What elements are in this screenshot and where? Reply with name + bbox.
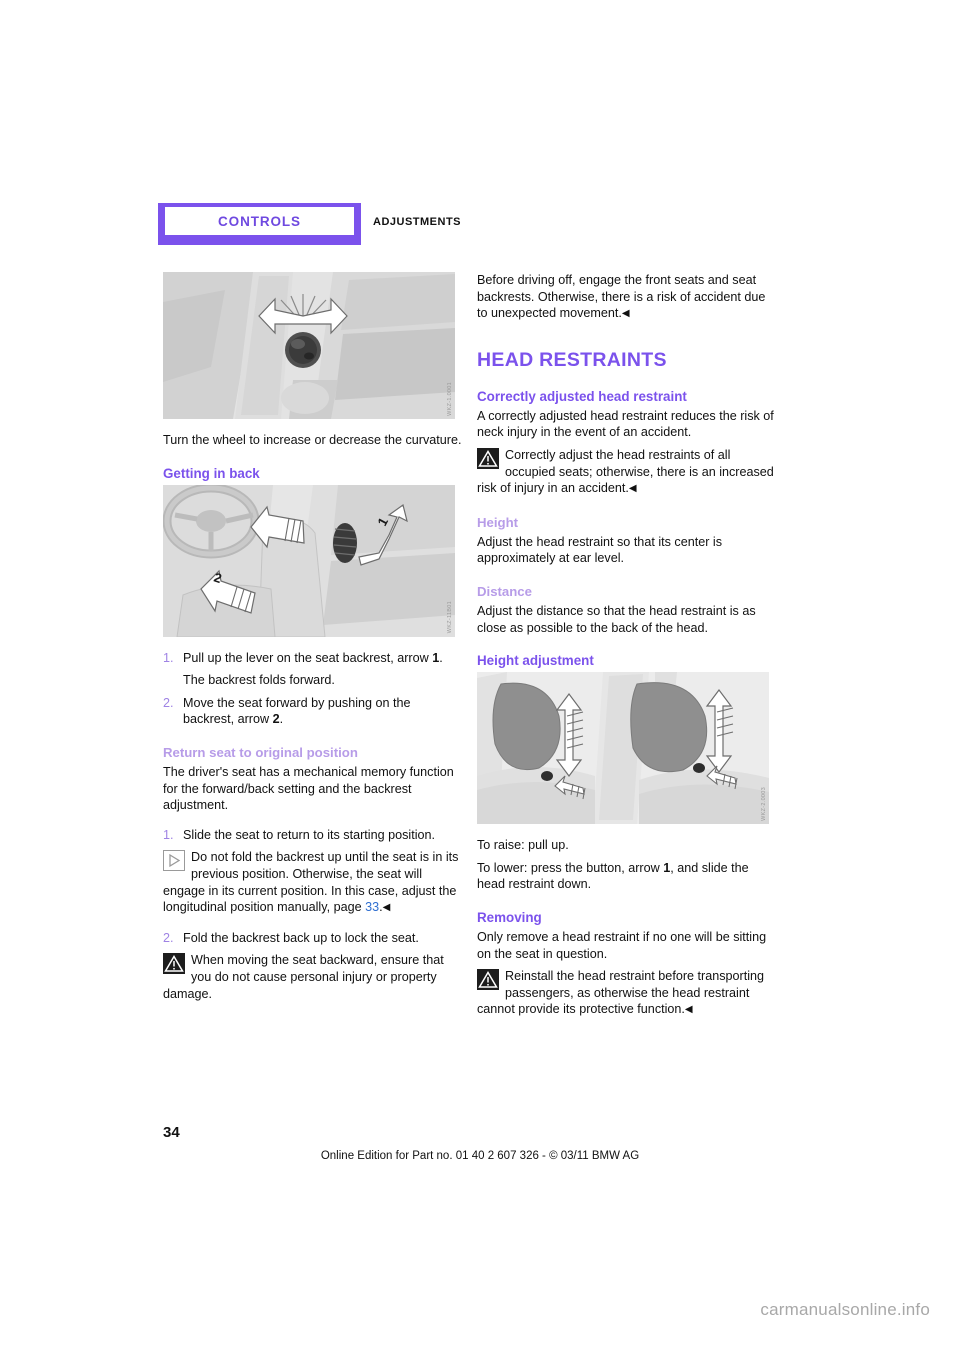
end-mark: ◀ xyxy=(621,308,630,320)
end-mark: ◀ xyxy=(628,483,637,495)
figure-code: WKZ-1.0001 xyxy=(447,382,453,416)
note-backrest: Do not fold the backrest up until the se… xyxy=(163,850,459,915)
running-header: CONTROLS ADJUSTMENTS xyxy=(158,203,578,247)
figure-head-restraints: WKZ-2.0003 xyxy=(477,672,769,825)
warning-triangle-icon xyxy=(163,953,185,975)
left-column: WKZ-1.0001 Turn the wheel to increase or… xyxy=(163,272,463,1015)
list-item: 2. Move the seat forward by pushing on t… xyxy=(163,695,463,728)
front-seat-tilt-lever-photo: 1 2 xyxy=(163,484,455,637)
step-number: 2. xyxy=(163,695,174,710)
correctly-adjusted-text: A correctly adjusted head restraint redu… xyxy=(477,408,774,440)
list-item: 2. Fold the backrest back up to lock the… xyxy=(163,930,463,947)
heading-removing: Removing xyxy=(477,909,542,925)
figure-seat-lever: 1 2 WKZ-11B01 xyxy=(163,484,455,637)
steps-return-seat: 1. Slide the seat to return to its start… xyxy=(163,827,463,844)
distance-text: Adjust the distance so that the head res… xyxy=(477,603,756,635)
edition-line: Online Edition for Part no. 01 40 2 607 … xyxy=(320,1150,640,1162)
section-title: ADJUSTMENTS xyxy=(373,216,462,228)
note-text: Do not fold the backrest up until the se… xyxy=(163,850,459,915)
page-footer: 34 Online Edition for Part no. 01 40 2 6… xyxy=(0,1124,960,1164)
step-text: Move the seat forward by pushing on the … xyxy=(183,695,411,727)
warning-reinstall: Reinstall the head restraint before tran… xyxy=(477,968,777,1019)
site-watermark: carmanualsonline.info xyxy=(760,1300,930,1319)
heading-correctly-adjusted: Correctly adjusted head restraint xyxy=(477,388,687,404)
list-item: 1. Pull up the lever on the seat backres… xyxy=(163,650,463,667)
step-number: 2. xyxy=(163,930,174,945)
step-result-text: The backrest folds forward. xyxy=(183,673,335,688)
page-number: 34 xyxy=(163,1124,180,1141)
step-number: 1. xyxy=(163,827,174,842)
steps-return-seat-cont: 2. Fold the backrest back up to lock the… xyxy=(163,930,463,947)
warning-adjust-restraints: Correctly adjust the head restraints of … xyxy=(477,447,777,498)
heading-distance: Distance xyxy=(477,583,532,599)
warning-text: When moving the seat backward, ensure th… xyxy=(163,953,444,1001)
rear-head-restraints-photo xyxy=(477,672,769,825)
chapter-title: CONTROLS xyxy=(218,213,301,229)
warning-text: Reinstall the head restraint before tran… xyxy=(477,969,765,1017)
removing-text: Only remove a head restraint if no one w… xyxy=(477,929,767,961)
heading-height: Height xyxy=(477,514,519,530)
warning-text: Correctly adjust the head restraints of … xyxy=(477,447,774,496)
step-text: Fold the backrest back up to lock the se… xyxy=(183,930,419,945)
heading-return-seat: Return seat to original position xyxy=(163,744,358,760)
warning-triangle-icon xyxy=(477,447,499,469)
heading-head-restraints: HEAD RESTRAINTS xyxy=(477,348,667,371)
intro-warning-continued: Before driving off, engage the front sea… xyxy=(477,273,766,321)
arrow-ref: 2 xyxy=(272,712,280,727)
page-reference-link[interactable]: 33 xyxy=(365,900,379,914)
step-text: Slide the seat to return to its starting… xyxy=(183,827,436,842)
manual-page: CONTROLS ADJUSTMENTS WKZ-1.0001 Turn the… xyxy=(0,0,960,1358)
chapter-tab-inner: CONTROLS xyxy=(165,207,354,235)
right-column: Before driving off, engage the front sea… xyxy=(477,272,777,1032)
lower-text: To lower: press the button, arrow 1, and… xyxy=(477,860,749,892)
end-mark: ◀ xyxy=(382,902,391,914)
chapter-tab: CONTROLS xyxy=(158,203,361,245)
lumbar-instruction-text: Turn the wheel to increase or decrease t… xyxy=(163,433,462,447)
step-text: Pull up the lever on the seat backrest, … xyxy=(183,650,443,665)
raise-text: To raise: pull up. xyxy=(477,838,569,853)
list-item: 1. Slide the seat to return to its start… xyxy=(163,827,463,844)
heading-height-adjustment: Height adjustment xyxy=(477,653,594,669)
note-triangle-icon xyxy=(163,850,185,872)
figure-code: WKZ-11B01 xyxy=(447,601,453,634)
figure-code: WKZ-2.0003 xyxy=(761,787,767,822)
lumbar-support-wheel-photo xyxy=(163,272,455,419)
figure-lumbar-support: WKZ-1.0001 xyxy=(163,272,455,419)
return-seat-text: The driver's seat has a mechanical memor… xyxy=(163,764,454,813)
height-text: Adjust the head restraint so that its ce… xyxy=(477,534,723,566)
warning-triangle-icon xyxy=(477,969,499,991)
heading-getting-in-back: Getting in back xyxy=(163,465,260,481)
end-mark: ◀ xyxy=(684,1004,693,1016)
warning-seat-backward: When moving the seat backward, ensure th… xyxy=(163,952,463,1002)
steps-getting-in-back: 1. Pull up the lever on the seat backres… xyxy=(163,650,463,728)
step-number: 1. xyxy=(163,650,174,665)
